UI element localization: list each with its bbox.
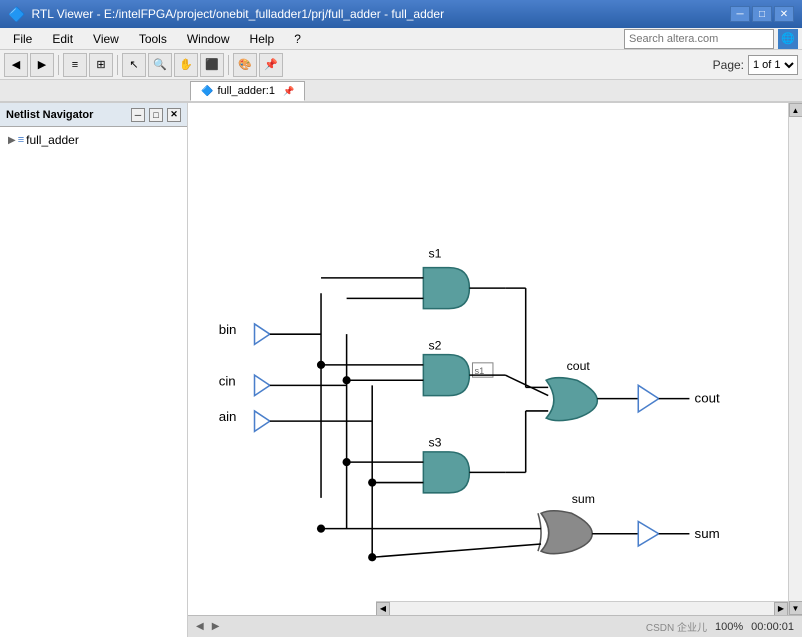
sidebar-title: Netlist Navigator <box>6 109 93 121</box>
tab-bar: 🔷 full_adder:1 📌 <box>0 80 802 102</box>
app-icon: 🔷 <box>8 6 25 23</box>
toolbar-list-button[interactable]: ≡ <box>63 53 87 77</box>
toolbar-separator-2 <box>117 55 118 75</box>
junction-dot-3 <box>343 458 351 466</box>
tab-icon: 🔷 <box>201 86 213 97</box>
page-indicator: Page: 1 of 1 <box>713 55 798 75</box>
menu-tools[interactable]: Tools <box>130 29 176 49</box>
toolbar-back-button[interactable]: ◀ <box>4 53 28 77</box>
toolbar-grid-button[interactable]: ⊞ <box>89 53 113 77</box>
cout-gate-label: cout <box>567 359 591 373</box>
cout-output-label: cout <box>695 391 720 406</box>
minimize-button[interactable]: ─ <box>730 6 750 22</box>
junction-dot-4 <box>368 478 376 486</box>
sidebar-restore-button[interactable]: □ <box>149 108 163 122</box>
vertical-scrollbar: ▲ ▼ <box>788 103 802 615</box>
status-bar: ◀ ▶ CSDN 企业儿 100% 00:00:01 <box>188 615 802 637</box>
tab-pin-button[interactable]: 📌 <box>283 86 294 97</box>
junction-dot-6 <box>368 553 376 561</box>
toolbar-separator-3 <box>228 55 229 75</box>
toolbar-color-button[interactable]: 🎨 <box>233 53 257 77</box>
tab-full-adder[interactable]: 🔷 full_adder:1 📌 <box>190 81 305 101</box>
circuit-diagram: bin cin ain s1 <box>188 103 802 637</box>
menu-help[interactable]: Help <box>241 29 284 49</box>
zoom-level: 100% <box>715 621 743 633</box>
sidebar-close-button[interactable]: ✕ <box>167 108 181 122</box>
title-bar: 🔷 RTL Viewer - E:/intelFPGA/project/oneb… <box>0 0 802 28</box>
toolbar-hand-button[interactable]: ✋ <box>174 53 198 77</box>
search-area: 🌐 <box>624 29 798 49</box>
sidebar-float-button[interactable]: ─ <box>131 108 145 122</box>
s3-and-gate <box>423 452 469 493</box>
menu-bar: File Edit View Tools Window Help ? 🌐 <box>0 28 802 50</box>
sum-gate-label: sum <box>572 492 595 506</box>
input-cin-label: cin <box>219 373 236 388</box>
status-time: 00:00:01 <box>751 621 794 633</box>
toolbar: ◀ ▶ ≡ ⊞ ↖ 🔍 ✋ ⬛ 🎨 📌 Page: 1 of 1 <box>0 50 802 80</box>
s3-label: s3 <box>428 436 441 450</box>
window-controls: ─ □ ✕ <box>730 6 794 22</box>
app-title: RTL Viewer - E:/intelFPGA/project/onebit… <box>31 7 724 21</box>
main-layout: Netlist Navigator ─ □ ✕ ▶ ≡ full_adder <box>0 102 802 637</box>
maximize-button[interactable]: □ <box>752 6 772 22</box>
s1-label: s1 <box>428 246 441 260</box>
sidebar: Netlist Navigator ─ □ ✕ ▶ ≡ full_adder <box>0 102 188 637</box>
junction-dot-5 <box>317 525 325 533</box>
scroll-up-button[interactable]: ▲ <box>789 103 802 117</box>
menu-view[interactable]: View <box>84 29 128 49</box>
junction-dot-2 <box>343 376 351 384</box>
toolbar-zoom-button[interactable]: 🔍 <box>148 53 172 77</box>
scroll-right-button[interactable]: ▶ <box>774 602 788 616</box>
menu-extra[interactable]: ? <box>285 29 310 49</box>
tree-item-full-adder[interactable]: ▶ ≡ full_adder <box>4 131 183 149</box>
sum-output-label: sum <box>695 526 720 541</box>
s1-and-gate <box>423 268 469 309</box>
watermark-label: CSDN 企业儿 <box>646 619 707 634</box>
toolbar-snap-button[interactable]: 📌 <box>259 53 283 77</box>
toolbar-separator-1 <box>58 55 59 75</box>
canvas-area: bin cin ain s1 <box>188 102 802 637</box>
tab-label: full_adder:1 <box>217 85 275 97</box>
search-globe-button[interactable]: 🌐 <box>778 29 798 49</box>
toolbar-forward-button[interactable]: ▶ <box>30 53 54 77</box>
s2-and-gate <box>423 355 469 396</box>
menu-window[interactable]: Window <box>178 29 239 49</box>
s2-label: s2 <box>428 339 441 353</box>
search-input[interactable] <box>624 29 774 49</box>
input-bin-label: bin <box>219 322 237 337</box>
scroll-down-button[interactable]: ▼ <box>789 601 802 615</box>
tree-module-icon: ≡ <box>18 134 24 146</box>
tree-item-label: full_adder <box>26 133 79 147</box>
menu-file[interactable]: File <box>4 29 41 49</box>
tree-arrow-icon: ▶ <box>8 135 16 146</box>
sidebar-header: Netlist Navigator ─ □ ✕ <box>0 103 187 127</box>
page-label: Page: <box>713 58 744 72</box>
input-ain-label: ain <box>219 409 237 424</box>
horizontal-scrollbar: ◀ ▶ <box>376 601 788 615</box>
page-dropdown[interactable]: 1 of 1 <box>748 55 798 75</box>
sidebar-content: ▶ ≡ full_adder <box>0 127 187 153</box>
close-button[interactable]: ✕ <box>774 6 794 22</box>
scroll-track-vertical[interactable] <box>789 117 802 601</box>
scroll-left-button[interactable]: ◀ <box>376 602 390 616</box>
junction-dot-1 <box>317 361 325 369</box>
toolbar-zoom-box-button[interactable]: ⬛ <box>200 53 224 77</box>
status-scroll-right[interactable]: ▶ <box>212 621 220 632</box>
menu-edit[interactable]: Edit <box>43 29 82 49</box>
status-scroll-left[interactable]: ◀ <box>196 621 204 632</box>
toolbar-select-button[interactable]: ↖ <box>122 53 146 77</box>
scroll-track-horizontal[interactable] <box>390 602 774 615</box>
